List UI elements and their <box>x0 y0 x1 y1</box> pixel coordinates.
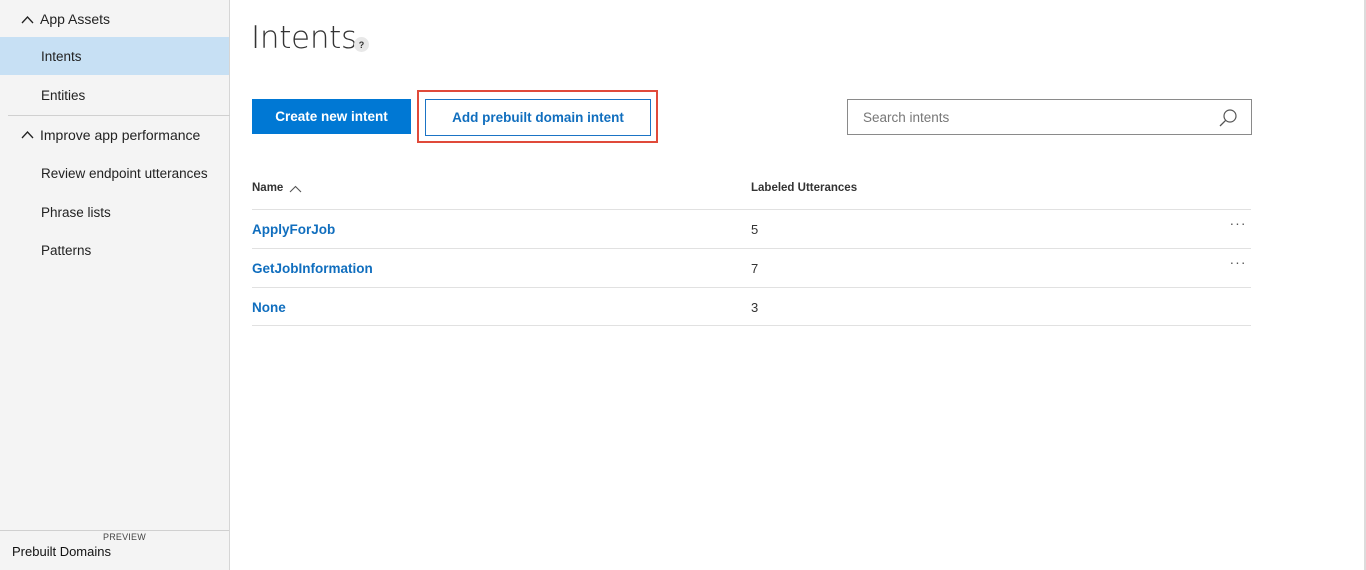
labeled-utterances-count: 7 <box>751 261 759 276</box>
search-icon[interactable] <box>1218 108 1238 128</box>
sidebar-item-intents[interactable]: Intents <box>0 37 229 75</box>
labeled-utterances-count: 5 <box>751 222 759 237</box>
table-row: GetJobInformation 7 ··· <box>252 249 1251 288</box>
sidebar-item-review-endpoint-utterances[interactable]: Review endpoint utterances <box>0 154 229 192</box>
intent-link-applyforjob[interactable]: ApplyForJob <box>252 222 335 237</box>
more-options-icon[interactable]: ··· <box>1224 216 1252 234</box>
sidebar-item-label: Intents <box>41 48 82 64</box>
section-label: Improve app performance <box>40 126 201 143</box>
sidebar-item-label: Entities <box>41 87 86 103</box>
labeled-utterances-count: 3 <box>751 300 759 315</box>
more-options-icon[interactable]: ··· <box>1224 255 1252 273</box>
sidebar-footer-prebuilt-domains[interactable]: PREVIEW Prebuilt Domains <box>0 530 229 570</box>
sidebar-item-patterns[interactable]: Patterns <box>0 231 229 269</box>
search-input[interactable] <box>848 100 1208 134</box>
chevron-up-icon <box>20 128 34 142</box>
section-improve-app-performance[interactable]: Improve app performance <box>8 115 230 153</box>
search-box <box>847 99 1252 135</box>
sort-ascending-icon <box>289 184 302 193</box>
intent-link-getjobinformation[interactable]: GetJobInformation <box>252 261 373 276</box>
sidebar: App Assets Intents Entities Improve app … <box>0 0 230 570</box>
create-new-intent-button[interactable]: Create new intent <box>252 99 411 134</box>
add-prebuilt-domain-intent-button[interactable]: Add prebuilt domain intent <box>425 99 651 136</box>
section-app-assets[interactable]: App Assets <box>8 0 230 38</box>
help-icon[interactable]: ? <box>354 37 369 52</box>
sidebar-item-entities[interactable]: Entities <box>0 76 229 114</box>
table-row: ApplyForJob 5 ··· <box>252 210 1251 249</box>
preview-badge: PREVIEW <box>103 532 146 542</box>
chevron-up-icon <box>20 12 34 26</box>
table-row: None 3 <box>252 288 1251 326</box>
sidebar-item-phrase-lists[interactable]: Phrase lists <box>0 193 229 231</box>
column-header-label: Name <box>252 182 284 194</box>
prebuilt-domains-label: Prebuilt Domains <box>12 544 111 559</box>
column-header-labeled-utterances[interactable]: Labeled Utterances <box>751 182 857 194</box>
section-label: App Assets <box>40 11 111 27</box>
intent-link-none[interactable]: None <box>252 300 286 315</box>
sidebar-item-label: Patterns <box>41 242 92 258</box>
sidebar-item-label: Review endpoint utterances <box>41 165 208 181</box>
column-header-name[interactable]: Name <box>252 182 302 194</box>
sidebar-item-label: Phrase lists <box>41 204 111 220</box>
page-title: Intents <box>251 20 357 56</box>
